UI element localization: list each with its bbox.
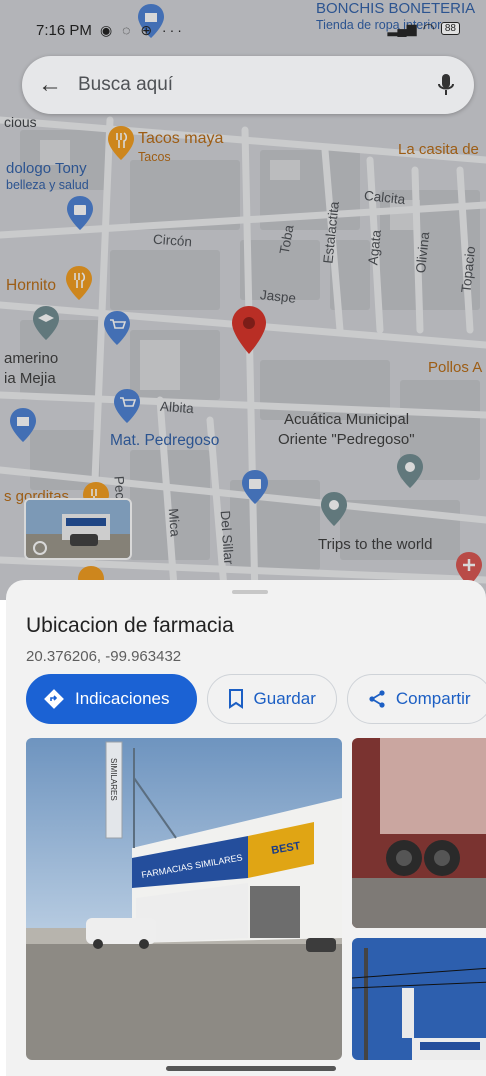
place-label-tacos-maya[interactable]: Tacos maya [138, 130, 223, 148]
place-label-hornito[interactable]: Hornito [6, 277, 56, 295]
place-sublabel-belleza: belleza y salud [6, 178, 89, 192]
share-button[interactable]: Compartir [346, 674, 486, 724]
cart-pin-icon[interactable] [114, 389, 140, 423]
place-sublabel-tacos: Tacos [138, 150, 171, 164]
street-label-circon: Circón [152, 231, 193, 250]
place-label-trips[interactable]: Trips to the world [318, 536, 433, 553]
place-label-mejia: ia Mejia [4, 370, 56, 387]
place-label-acuatica-1[interactable]: Acuática Municipal [284, 411, 409, 428]
place-label-la-casita[interactable]: La casita de [398, 141, 479, 158]
place-label-acuatica-2: Oriente "Pedregoso" [278, 431, 415, 448]
place-label-camerino[interactable]: amerino [4, 350, 58, 367]
place-title: Ubicacion de farmacia [26, 614, 234, 637]
photo-pole[interactable] [352, 938, 486, 1060]
share-label: Compartir [395, 689, 471, 708]
bookmark-icon [228, 689, 243, 709]
street-label-mica: Mica [165, 507, 183, 538]
search-input[interactable]: Busca aquí [78, 74, 418, 96]
photo-pharmacy-storefront[interactable]: FARMACIAS SIMILARES BEST SIMILARES [26, 738, 342, 1060]
school-pin-icon[interactable] [33, 306, 59, 340]
place-coordinates: 20.376206, -99.963432 [26, 648, 182, 665]
save-button[interactable]: Guardar [206, 674, 337, 724]
restaurant-pin-icon[interactable] [66, 266, 92, 300]
street-label-albita: Albita [159, 398, 195, 417]
drag-handle[interactable] [232, 590, 268, 594]
restaurant-pin-icon[interactable] [108, 126, 134, 160]
clock: 7:16 PM [36, 22, 92, 39]
map-view[interactable]: cious Tacos maya Tacos La casita de dolo… [0, 0, 486, 600]
cart-pin-icon[interactable] [104, 311, 130, 345]
microphone-icon[interactable] [418, 73, 474, 97]
home-indicator[interactable] [166, 1066, 336, 1071]
notification-icons: ◉ ◌ ⊕ ··· [100, 22, 185, 38]
directions-button[interactable]: Indicaciones [26, 674, 197, 724]
search-bar[interactable]: ← Busca aquí [22, 56, 474, 114]
street-view-thumbnail[interactable] [24, 498, 132, 560]
place-pin-icon[interactable] [397, 454, 423, 488]
status-bar: 7:16 PM ◉ ◌ ⊕ ··· ▂▄▆ ◠ 88 [0, 0, 486, 52]
store-pin-icon[interactable] [10, 408, 36, 442]
place-pin-icon[interactable] [321, 492, 347, 526]
shopping-pin-icon[interactable] [67, 196, 93, 230]
shopping-pin-icon[interactable] [242, 470, 268, 504]
battery-icon: 88 [440, 22, 460, 35]
back-arrow-icon[interactable]: ← [22, 71, 78, 99]
place-label-cious: cious [4, 114, 37, 130]
signal-icon: ▂▄▆ [387, 20, 417, 36]
share-icon [369, 690, 385, 708]
selected-location-pin-icon[interactable] [232, 306, 266, 354]
directions-label: Indicaciones [75, 689, 170, 708]
similares-sign-text: SIMILARES [109, 758, 118, 801]
action-buttons: Indicaciones Guardar Compartir [26, 674, 486, 724]
wifi-icon: ◠ [422, 20, 435, 36]
photo-truck[interactable] [352, 738, 486, 928]
directions-icon [44, 689, 64, 709]
place-label-mat-pedregoso[interactable]: Mat. Pedregoso [110, 432, 219, 450]
place-label-podologo[interactable]: dologo Tony [6, 160, 87, 177]
save-label: Guardar [253, 689, 316, 708]
place-label-pollos[interactable]: Pollos A [428, 359, 482, 376]
place-details-sheet[interactable]: Ubicacion de farmacia 20.376206, -99.963… [6, 580, 486, 1076]
street-label-pedregoso: Pec [111, 475, 128, 500]
